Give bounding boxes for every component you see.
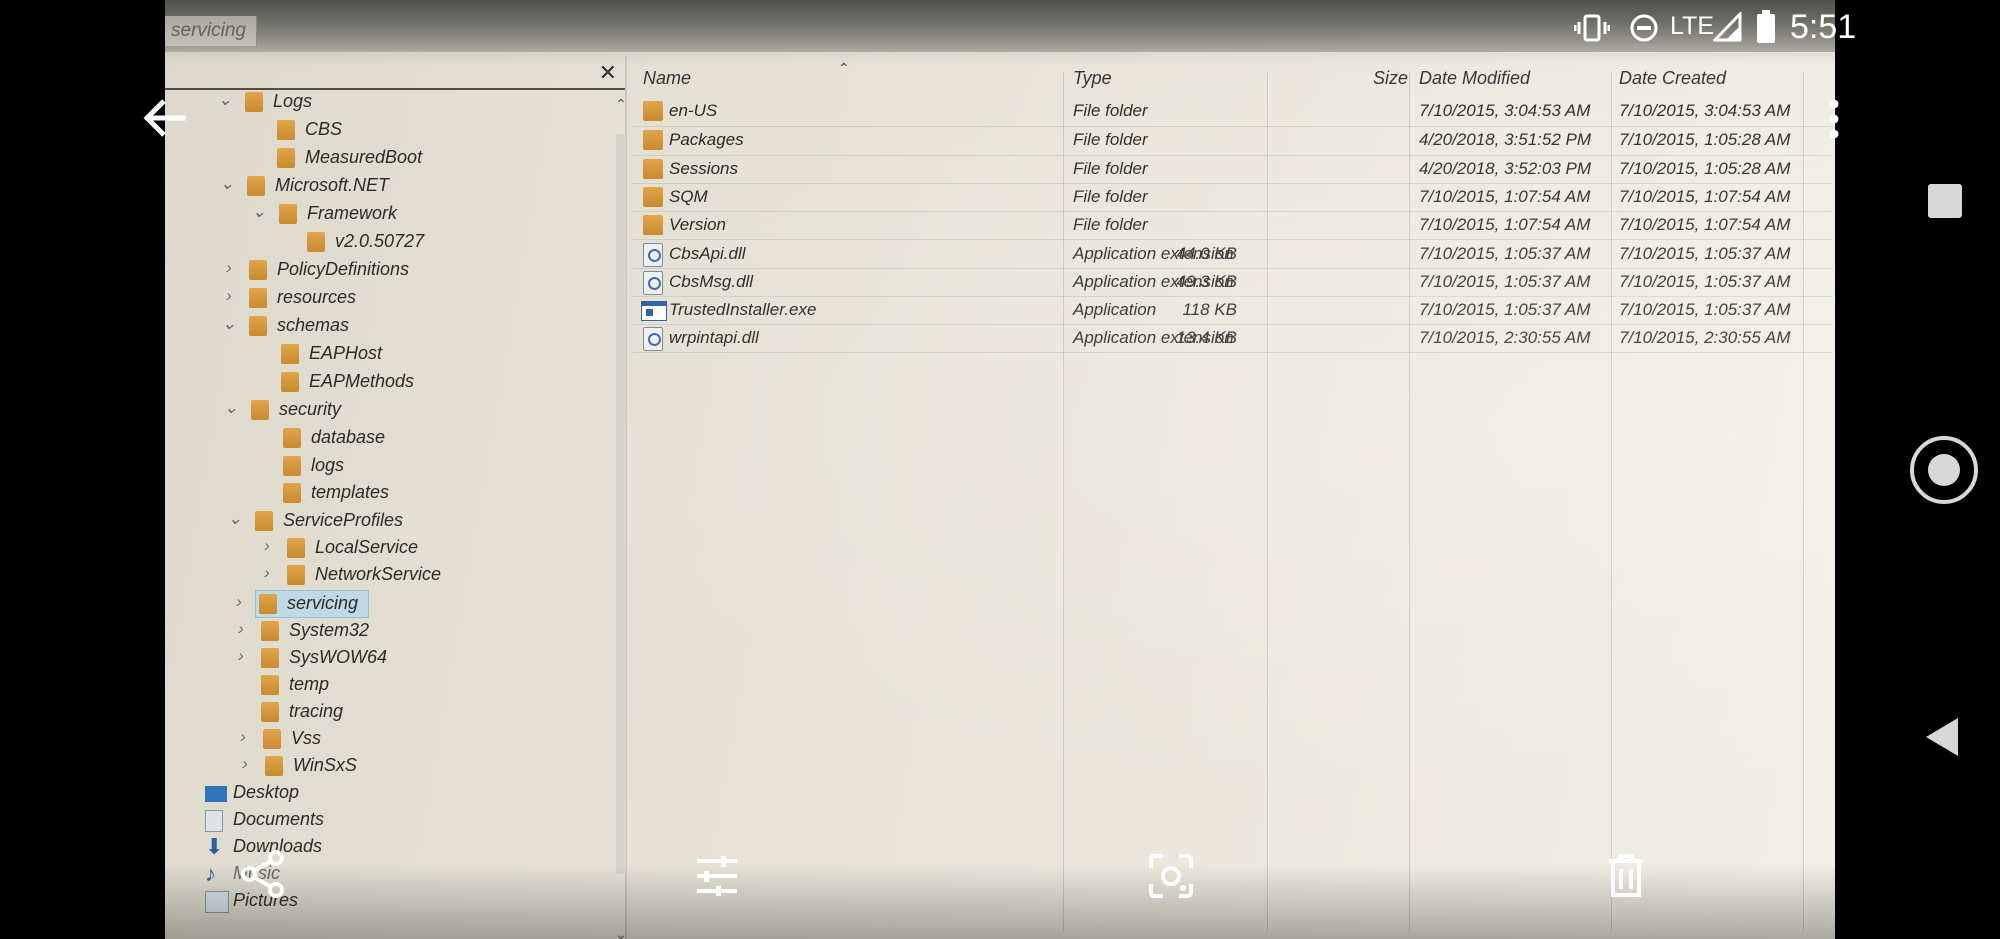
folder-icon — [265, 756, 283, 776]
share-icon[interactable] — [240, 850, 286, 898]
file-list-pane: ⌃ Name Type Size Date Modified Date Crea… — [633, 56, 1833, 939]
vibrate-icon — [1574, 14, 1610, 42]
folder-icon — [643, 159, 663, 179]
square-icon[interactable] — [1926, 182, 1964, 220]
folder-icon — [277, 148, 295, 168]
downloads-icon: ⬇ — [205, 834, 224, 859]
file-row[interactable]: Version File folder 7/10/2015, 1:07:54 A… — [633, 212, 1833, 240]
more-vert-icon[interactable] — [1826, 98, 1842, 140]
signal-icon — [1713, 12, 1742, 42]
folder-icon — [259, 594, 277, 614]
folder-icon — [287, 565, 305, 585]
chevron-right-icon[interactable]: › — [257, 536, 277, 556]
do-not-disturb-icon — [1630, 14, 1658, 42]
tune-icon[interactable] — [695, 856, 739, 896]
file-row[interactable]: Sessions File folder 4/20/2018, 3:52:03 … — [633, 156, 1833, 184]
chevron-right-icon[interactable]: › — [231, 646, 251, 666]
folder-icon — [643, 101, 663, 121]
battery-icon — [1757, 10, 1775, 43]
tree-pane-header: ✕ — [165, 56, 625, 90]
folder-icon — [643, 130, 663, 150]
dll-file-icon — [643, 327, 663, 351]
desktop-icon — [205, 786, 227, 802]
dll-file-icon — [643, 271, 663, 295]
window-title-tab: servicing — [165, 16, 257, 46]
chevron-down-icon[interactable]: ⌄ — [217, 174, 237, 194]
folder-icon — [261, 621, 279, 641]
folder-icon — [283, 483, 301, 503]
folder-icon — [245, 92, 263, 112]
folder-icon — [287, 538, 305, 558]
file-row[interactable]: en-US File folder 7/10/2015, 3:04:53 AM … — [633, 98, 1833, 126]
dll-file-icon — [643, 243, 663, 267]
folder-icon — [247, 176, 265, 196]
folder-icon — [251, 400, 269, 420]
application-icon — [641, 301, 667, 321]
folder-icon — [643, 187, 663, 207]
folder-icon — [281, 372, 299, 392]
column-header-name[interactable]: Name — [643, 68, 691, 89]
column-header-date-modified[interactable]: Date Modified — [1419, 68, 1530, 89]
column-header-size[interactable]: Size — [1373, 68, 1408, 89]
folder-icon — [307, 232, 325, 252]
chevron-right-icon[interactable]: › — [231, 619, 251, 639]
chevron-right-icon[interactable]: › — [219, 258, 239, 278]
music-icon: ♪ — [205, 861, 216, 886]
folder-icon — [279, 204, 297, 224]
home-circle-icon[interactable] — [1908, 434, 1980, 506]
chevron-down-icon[interactable]: ⌄ — [225, 509, 245, 529]
file-row[interactable]: CbsMsg.dll Application extension 49.3 KB… — [633, 269, 1833, 297]
pictures-icon — [205, 891, 229, 913]
folder-icon — [261, 675, 279, 695]
folder-icon — [277, 120, 295, 140]
documents-icon — [205, 810, 223, 832]
sort-ascending-icon: ⌃ — [838, 60, 850, 76]
file-row[interactable]: TrustedInstaller.exe Application 118 KB … — [633, 297, 1833, 325]
row-divider — [633, 239, 1833, 240]
file-row[interactable]: SQM File folder 7/10/2015, 1:07:54 AM 7/… — [633, 184, 1833, 212]
folder-icon — [643, 215, 663, 235]
scroll-up-icon[interactable]: ⌃ — [613, 96, 629, 113]
folder-icon — [249, 288, 267, 308]
file-row[interactable]: wrpintapi.dll Application extension 13.4… — [633, 325, 1833, 353]
row-divider — [633, 352, 1833, 353]
chevron-right-icon[interactable]: › — [257, 563, 277, 583]
folder-icon — [261, 648, 279, 668]
lens-icon[interactable] — [1148, 853, 1194, 899]
column-header-date-created[interactable]: Date Created — [1619, 68, 1726, 89]
chevron-down-icon[interactable]: ⌄ — [221, 398, 241, 418]
triangle-back-icon[interactable] — [1924, 716, 1960, 758]
chevron-down-icon[interactable]: ⌄ — [215, 90, 235, 110]
folder-icon — [255, 511, 273, 531]
folder-icon — [249, 316, 267, 336]
file-row[interactable]: CbsApi.dll Application extension 44.0 KB… — [633, 241, 1833, 269]
network-type-label: LTE — [1670, 12, 1714, 40]
file-row[interactable]: Packages File folder 4/20/2018, 3:51:52 … — [633, 127, 1833, 155]
folder-icon — [263, 729, 281, 749]
chevron-right-icon[interactable]: › — [233, 727, 253, 747]
chevron-down-icon[interactable]: ⌄ — [219, 314, 239, 334]
chevron-right-icon[interactable]: › — [229, 592, 249, 612]
folder-icon — [261, 702, 279, 722]
clock: 5:51 — [1790, 8, 1857, 46]
folder-icon — [281, 344, 299, 364]
folder-icon — [249, 260, 267, 280]
column-header-type[interactable]: Type — [1073, 68, 1112, 89]
chevron-down-icon[interactable]: ⌄ — [249, 202, 269, 222]
scroll-down-icon[interactable]: ⌄ — [613, 926, 629, 939]
photo-content: servicing ✕ ⌄ Logs CBS MeasuredBoot ⌄ Micr… — [165, 0, 1835, 939]
close-pane-icon[interactable]: ✕ — [599, 60, 617, 86]
tree-scrollbar[interactable]: ⌃ ⌄ — [613, 96, 629, 939]
chevron-right-icon[interactable]: › — [219, 286, 239, 306]
folder-icon — [283, 428, 301, 448]
chevron-right-icon[interactable]: › — [235, 754, 255, 774]
scrollbar-thumb[interactable] — [616, 134, 626, 874]
folder-icon — [283, 456, 301, 476]
folder-tree-pane: ✕ ⌄ Logs CBS MeasuredBoot ⌄ Microsoft.NET … — [165, 56, 627, 939]
trash-icon[interactable] — [1606, 853, 1646, 899]
back-arrow-icon[interactable] — [140, 96, 190, 140]
